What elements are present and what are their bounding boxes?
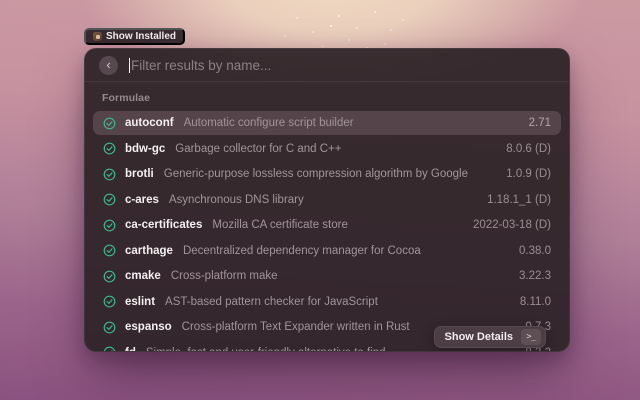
formula-version: 8.11.0 (520, 296, 551, 308)
formula-description: Cross-platform make (171, 270, 507, 282)
check-circle-icon (103, 321, 116, 334)
formula-name: espanso (125, 321, 172, 333)
section-header: Formulae (102, 92, 552, 104)
formula-description: Asynchronous DNS library (169, 194, 475, 206)
formula-name: ca-certificates (125, 219, 202, 231)
back-button[interactable]: ‹ (99, 56, 118, 75)
formula-row[interactable]: brotli Generic-purpose lossless compress… (93, 162, 561, 186)
search-bar: ‹ (85, 49, 569, 81)
formula-name: eslint (125, 296, 155, 308)
check-circle-icon (103, 244, 116, 257)
check-circle-icon (103, 295, 116, 308)
formula-row[interactable]: carthage Decentralized dependency manage… (93, 239, 561, 263)
formula-name: carthage (125, 245, 173, 257)
formula-name: brotli (125, 168, 154, 180)
formula-name: cmake (125, 270, 161, 282)
formula-name: bdw-gc (125, 143, 165, 155)
formula-description: Automatic configure script builder (184, 117, 517, 129)
check-circle-icon (103, 142, 116, 155)
formula-row[interactable]: c-ares Asynchronous DNS library 1.18.1_1… (93, 188, 561, 212)
formula-list: autoconf Automatic configure script buil… (93, 111, 561, 352)
check-circle-icon (103, 117, 116, 130)
formula-version: 1.18.1_1 (D) (487, 194, 551, 206)
search-input[interactable] (130, 58, 555, 73)
show-installed-label: Show Installed (106, 31, 176, 42)
chevron-left-icon: ‹ (106, 58, 110, 71)
formula-version: 1.0.9 (D) (506, 168, 551, 180)
formula-description: Mozilla CA certificate store (212, 219, 461, 231)
extension-icon (93, 32, 102, 41)
check-circle-icon (103, 219, 116, 232)
formula-description: Garbage collector for C and C++ (175, 143, 494, 155)
formula-row[interactable]: autoconf Automatic configure script buil… (93, 111, 561, 135)
formula-description: AST-based pattern checker for JavaScript (165, 296, 508, 308)
formula-name: fd (125, 347, 136, 353)
formula-row[interactable]: eslint AST-based pattern checker for Jav… (93, 290, 561, 314)
formula-name: c-ares (125, 194, 159, 206)
terminal-prompt-key-icon: >_ (521, 329, 541, 345)
formula-version: 0.38.0 (519, 245, 551, 257)
show-details-button[interactable]: Show Details >_ (434, 326, 546, 348)
formula-name: autoconf (125, 117, 174, 129)
formula-version: 2.71 (529, 117, 551, 129)
formula-version: 3.22.3 (519, 270, 551, 282)
formula-version: 8.0.6 (D) (506, 143, 551, 155)
check-circle-icon (103, 346, 116, 352)
background-sparkles (330, 25, 332, 27)
launcher-window: ‹ Formulae autoconf Automatic configure … (84, 48, 570, 352)
check-circle-icon (103, 193, 116, 206)
formula-description: Decentralized dependency manager for Coc… (183, 245, 507, 257)
show-details-label: Show Details (445, 331, 513, 343)
formula-version: 2022-03-18 (D) (473, 219, 551, 231)
check-circle-icon (103, 168, 116, 181)
check-circle-icon (103, 270, 116, 283)
show-installed-button[interactable]: Show Installed (84, 28, 185, 45)
formula-row[interactable]: ca-certificates Mozilla CA certificate s… (93, 213, 561, 237)
results-panel: Formulae autoconf Automatic configure sc… (85, 82, 569, 352)
formula-description: Generic-purpose lossless compression alg… (164, 168, 495, 180)
formula-row[interactable]: cmake Cross-platform make 3.22.3 (93, 264, 561, 288)
formula-row[interactable]: bdw-gc Garbage collector for C and C++ 8… (93, 137, 561, 161)
